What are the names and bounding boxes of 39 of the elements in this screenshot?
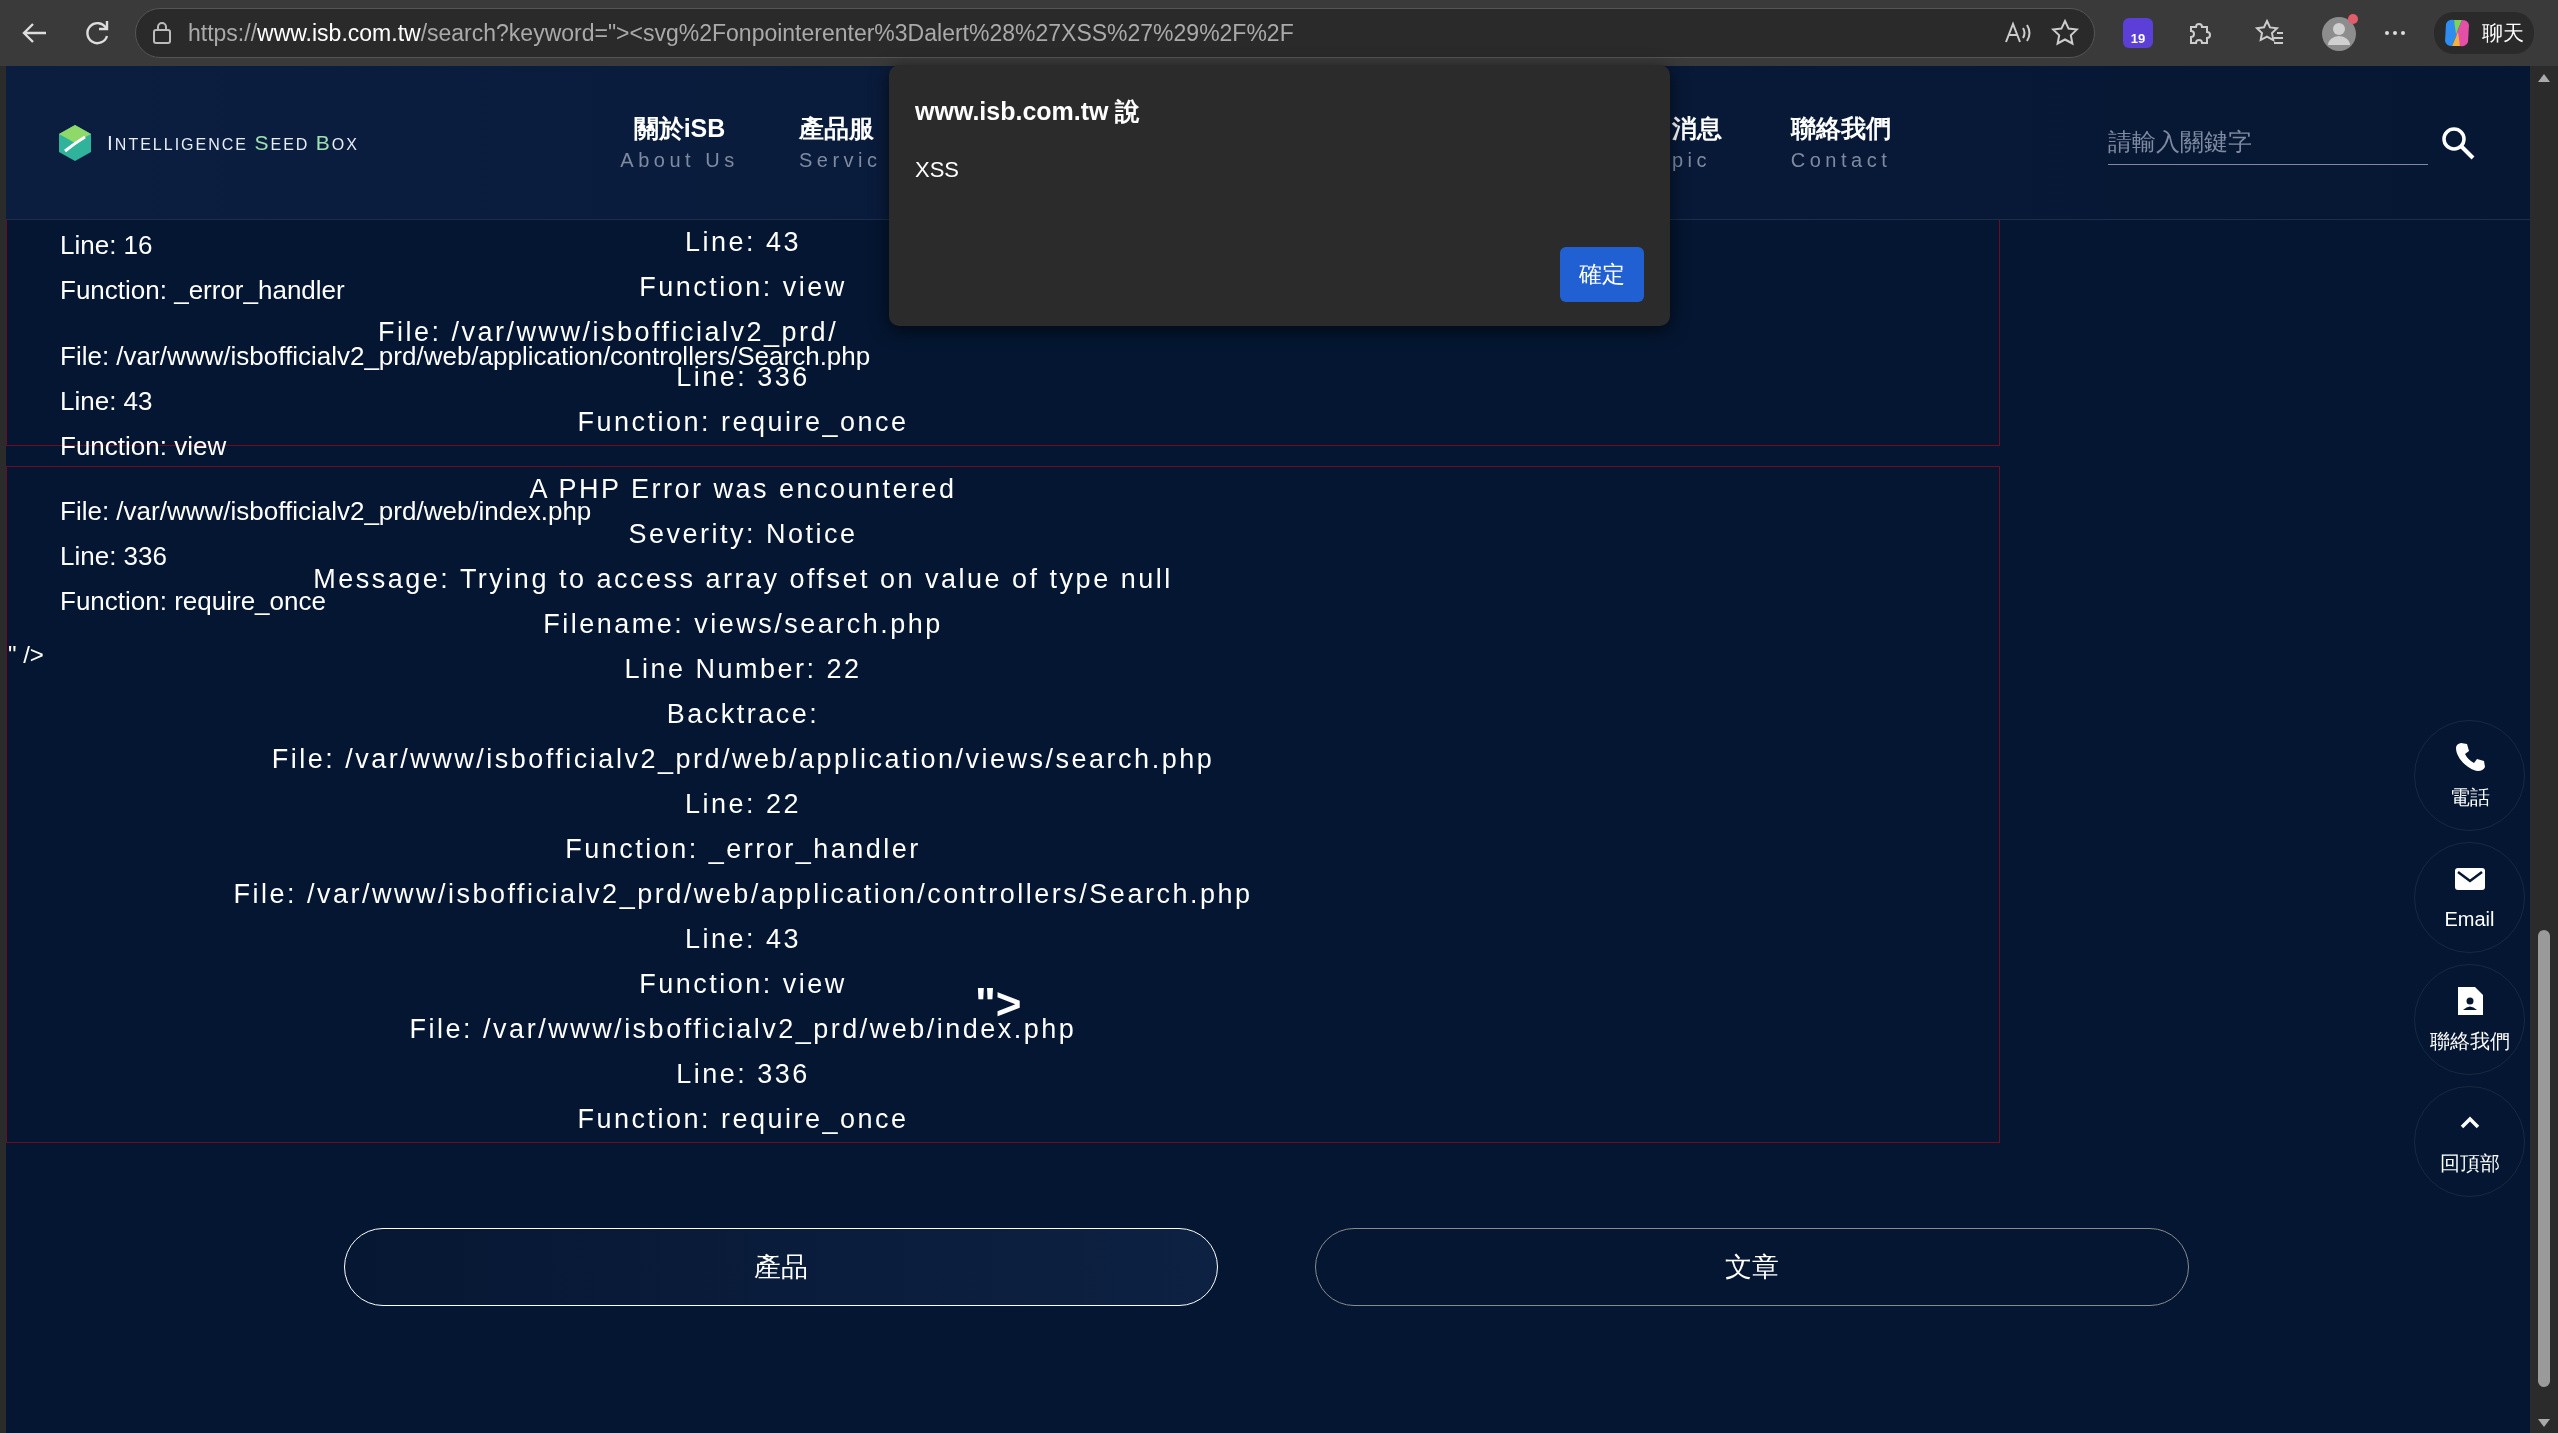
avatar-icon[interactable]: [2320, 13, 2360, 53]
stray-text: " />: [8, 640, 44, 670]
error-text: Function: require_once: [577, 1104, 909, 1135]
nav-link[interactable]: 消息 pic: [1672, 110, 1752, 175]
error-text: Line: 43: [60, 386, 153, 417]
error-text: Function: require_once: [577, 407, 909, 438]
error-text: Line: 22: [684, 789, 802, 820]
scroll-up-arrow[interactable]: [2538, 74, 2550, 82]
error-text: Backtrace:: [666, 699, 820, 730]
category-button[interactable]: 產品: [344, 1228, 1218, 1306]
dialog-message: XSS: [915, 155, 961, 184]
error-text: Line Number: 22: [624, 654, 862, 685]
error-text: Line: 43: [684, 924, 802, 955]
error-text: Severity: Notice: [628, 519, 858, 550]
dialog-title: www.isb.com.tw 說: [915, 96, 1142, 127]
url-text: https://www.isb.com.tw/search?keyword="><svg%2Fonpointerenter%3Dalert%28%27XSS%27%29%2F%2F: [188, 18, 1294, 48]
error-text: File: /var/www/isbofficialv2_prd/web/application/controllers/Search.php: [233, 879, 1253, 910]
search-icon[interactable]: [2440, 124, 2476, 161]
error-text: Function: _error_handler: [565, 834, 921, 865]
ok-button[interactable]: 確定: [1560, 247, 1644, 302]
error-text: File: /var/www/isbofficialv2_prd/web/application/views/search.php: [271, 744, 1215, 775]
error-text: Function: view: [639, 969, 847, 1000]
chat-button[interactable]: 聊天: [2434, 12, 2534, 54]
error-text: Line: 336: [60, 541, 167, 572]
extension-badge[interactable]: 19: [2123, 18, 2153, 48]
scrollbar-thumb[interactable]: [2538, 930, 2550, 1387]
nav-link[interactable]: 聯絡我們 Contact: [1786, 110, 1896, 175]
error-text: Line: 336: [676, 1059, 810, 1090]
star-icon[interactable]: [2050, 18, 2080, 48]
error-text: Filename: views/search.php: [543, 609, 943, 640]
address-bar[interactable]: https://www.isb.com.tw/search?keyword="><svg%2Fonpointerenter%3Dalert%28%27XSS%27%29%2F%2F: [135, 8, 2095, 58]
nav-link[interactable]: 關於iSB About Us: [617, 110, 742, 175]
error-text: Function: view: [60, 431, 227, 462]
error-text: Line: 43: [684, 227, 802, 258]
search-field[interactable]: 請輸入關鍵字: [2108, 120, 2428, 165]
error-text: Line: 16: [60, 230, 153, 261]
error-text: Function: view: [639, 272, 847, 303]
error-text: Function: _error_handler: [60, 275, 345, 306]
scroll-down-arrow[interactable]: [2538, 1419, 2550, 1427]
